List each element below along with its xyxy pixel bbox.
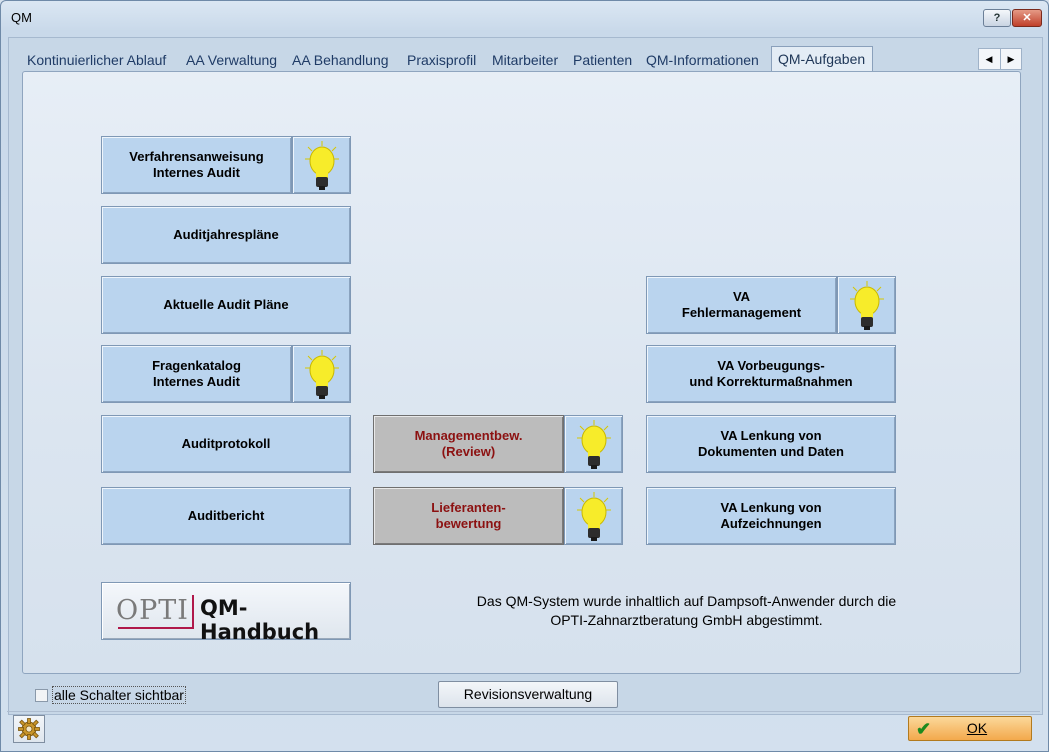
tab-scroll-left-icon[interactable]: ◀ [979,49,999,69]
va-lenkung-dokumente-button[interactable]: VA Lenkung von Dokumenten und Daten [646,415,896,473]
footer-divider [7,711,1040,712]
opti-logo-underline [118,627,192,629]
title-bar: QM ? ✕ [1,1,1048,31]
managementbewertung-button[interactable]: Managementbew. (Review) [373,415,564,473]
lightbulb-icon [850,281,884,330]
managementbewertung-bulb-button[interactable] [564,415,623,473]
window-title: QM [11,10,32,25]
lightbulb-icon [305,141,339,190]
tab-patienten[interactable]: Patienten [573,49,632,71]
lieferantenbewertung-bulb-button[interactable] [564,487,623,545]
tab-qm-aufgaben[interactable]: QM-Aufgaben [771,46,873,72]
fragenkatalog-button[interactable]: Fragenkatalog Internes Audit [101,345,292,403]
tab-praxisprofil[interactable]: Praxisprofil [407,49,476,71]
revisionsverwaltung-button[interactable]: Revisionsverwaltung [438,681,618,708]
settings-button[interactable] [13,715,45,743]
va-internes-audit-bulb-button[interactable] [292,136,351,194]
auditjahresplaene-button[interactable]: Auditjahrespläne [101,206,351,264]
va-internes-audit-button[interactable]: Verfahrensanweisung Internes Audit [101,136,292,194]
opti-logo: OPTI [116,595,189,626]
ok-button[interactable]: ✔ OK [908,716,1032,741]
va-fehlermanagement-button[interactable]: VA Fehlermanagement [646,276,837,334]
ok-label: OK [966,720,988,736]
alle-schalter-checkbox[interactable] [35,689,48,702]
va-vorbeugung-button[interactable]: VA Vorbeugungs- und Korrekturmaßnahmen [646,345,896,403]
tab-qm-informationen[interactable]: QM-Informationen [646,49,759,71]
help-button[interactable]: ? [983,9,1011,27]
auditprotokoll-button[interactable]: Auditprotokoll [101,415,351,473]
fragenkatalog-bulb-button[interactable] [292,345,351,403]
gear-icon [18,718,40,740]
lightbulb-icon [577,420,611,469]
qm-handbuch-button[interactable]: OPTI QM-Handbuch [101,582,351,644]
va-lenkung-aufzeichnungen-button[interactable]: VA Lenkung von Aufzeichnungen [646,487,896,545]
lieferantenbewertung-button[interactable]: Lieferanten- bewertung [373,487,564,545]
alle-schalter-label[interactable]: alle Schalter sichtbar [52,686,186,704]
lightbulb-icon [577,492,611,541]
close-button[interactable]: ✕ [1012,9,1042,27]
tab-aa-behandlung[interactable]: AA Behandlung [292,49,389,71]
opti-logo-bar [192,595,194,629]
tab-kontinuierlicher-ablauf[interactable]: Kontinuierlicher Ablauf [27,49,166,71]
va-fehlermanagement-bulb-button[interactable] [837,276,896,334]
tab-mitarbeiter[interactable]: Mitarbeiter [492,49,558,71]
tab-scroll-buttons: ◀ ▶ [978,48,1022,70]
tab-scroll-right-icon[interactable]: ▶ [1000,49,1021,69]
auditbericht-button[interactable]: Auditbericht [101,487,351,545]
tab-aa-verwaltung[interactable]: AA Verwaltung [186,49,277,71]
lightbulb-icon [305,350,339,399]
aktuelle-audit-plaene-button[interactable]: Aktuelle Audit Pläne [101,276,351,334]
info-text: Das QM-System wurde inhaltlich auf Damps… [476,593,897,628]
qm-handbuch-label: QM-Handbuch [200,596,320,644]
